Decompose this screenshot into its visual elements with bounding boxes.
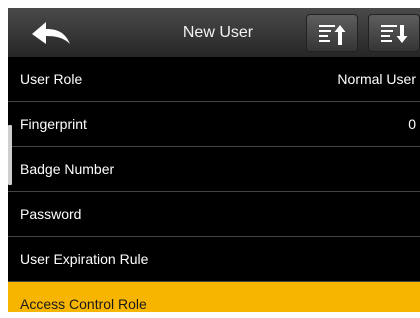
- device-screen: New User User Role Normal User Fingerpri…: [8, 8, 420, 312]
- page-down-icon: [381, 25, 408, 43]
- scrollbar[interactable]: [8, 125, 12, 185]
- header-bar: New User: [8, 8, 420, 57]
- list-item-label: Fingerprint: [20, 116, 87, 132]
- list-item-user-role[interactable]: User Role Normal User: [8, 57, 420, 102]
- list-item-label: User Role: [20, 71, 83, 87]
- list-item-label: Access Control Role: [20, 296, 147, 312]
- list-item-access-control-role[interactable]: Access Control Role: [8, 282, 420, 312]
- back-button[interactable]: [8, 8, 94, 57]
- list-item-value: 0: [408, 116, 416, 132]
- list-item-fingerprint[interactable]: Fingerprint 0: [8, 102, 420, 147]
- page-down-button[interactable]: [368, 14, 420, 52]
- list-item-label: User Expiration Rule: [20, 251, 149, 267]
- page-title: New User: [182, 24, 254, 41]
- list-item-user-expiration-rule[interactable]: User Expiration Rule: [8, 237, 420, 282]
- list-item-label: Password: [20, 206, 82, 222]
- list-item-password[interactable]: Password: [8, 192, 420, 237]
- back-arrow-icon: [32, 22, 70, 44]
- page-up-icon: [319, 25, 346, 45]
- page-up-button[interactable]: [306, 14, 358, 52]
- list-item-label: Badge Number: [20, 161, 115, 177]
- list-item-badge-number[interactable]: Badge Number: [8, 147, 420, 192]
- list-item-value: Normal User: [337, 71, 416, 87]
- settings-list: User Role Normal User Fingerprint 0 Badg…: [8, 57, 420, 312]
